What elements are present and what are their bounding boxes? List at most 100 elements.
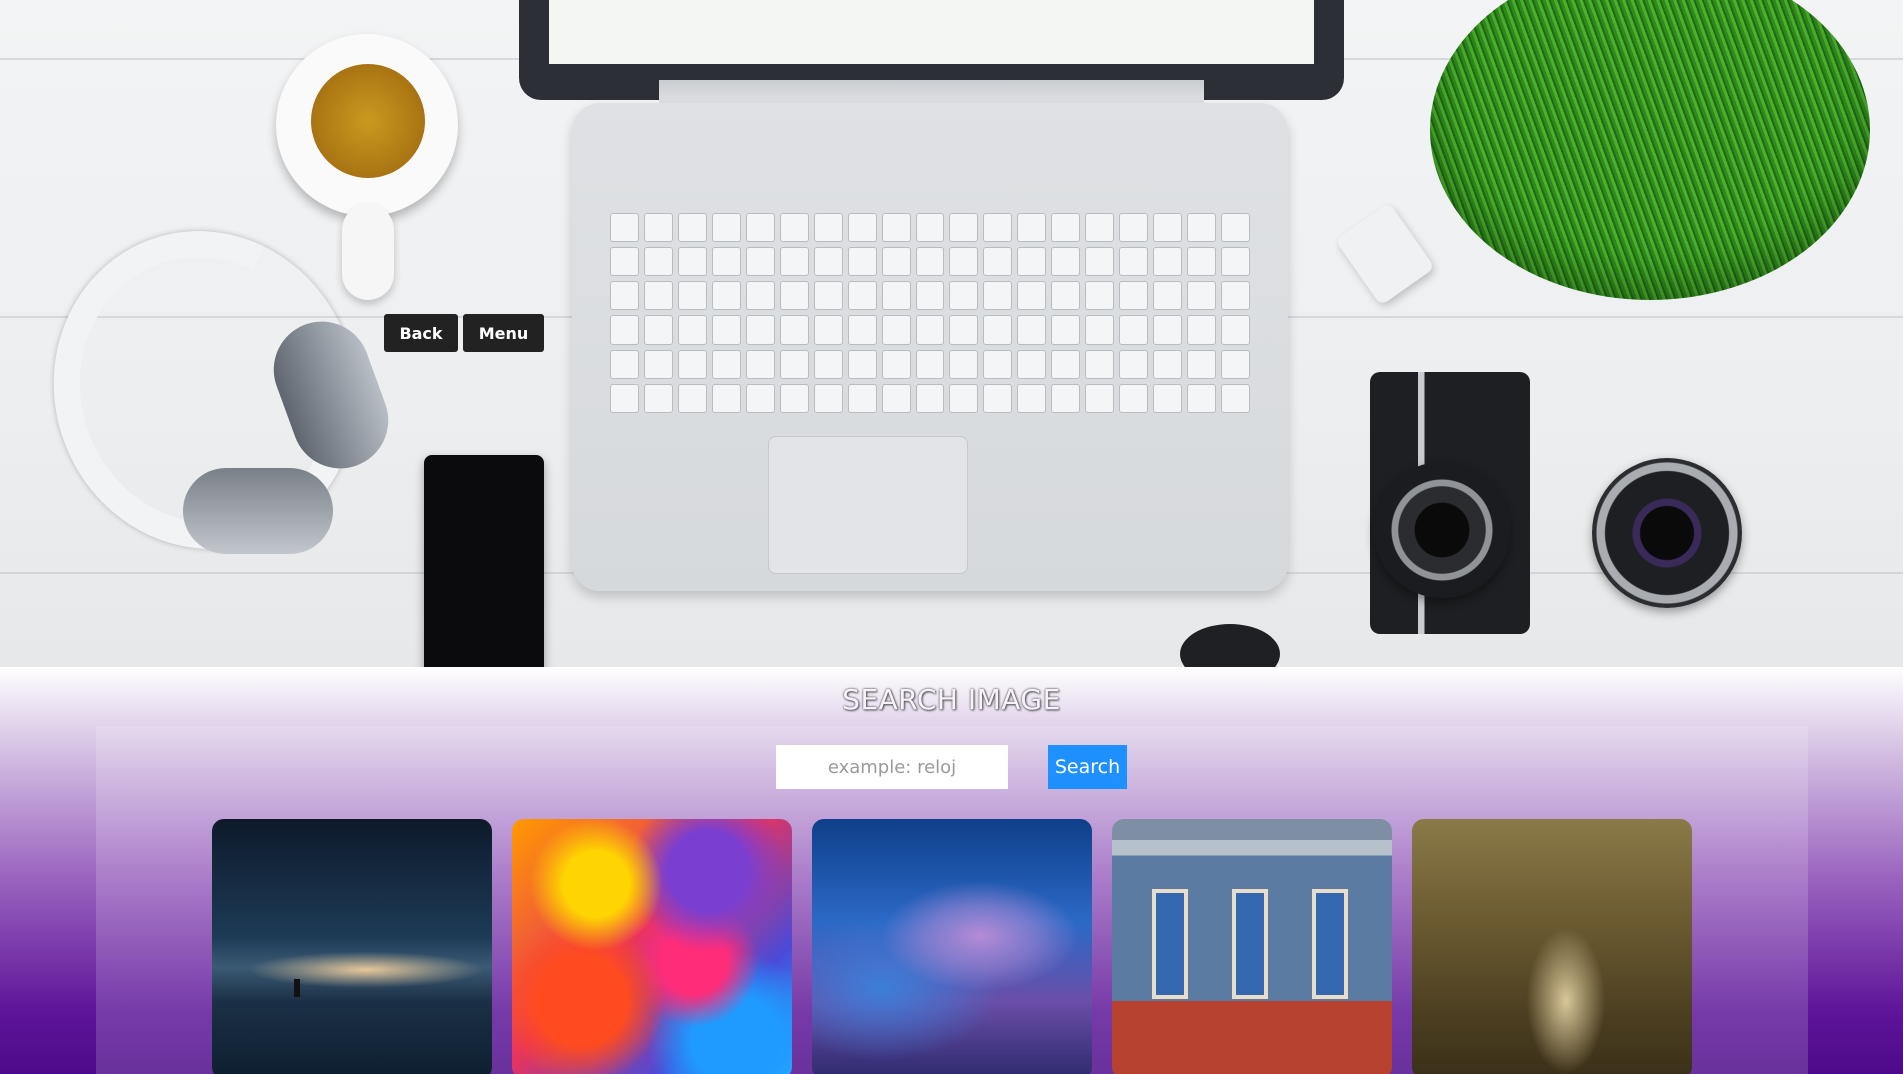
laptop-key — [847, 247, 877, 277]
search-title: SEARCH IMAGE — [842, 683, 1061, 716]
laptop-key — [915, 281, 945, 311]
laptop-key — [1017, 349, 1047, 379]
laptop-key — [983, 315, 1013, 345]
search-button[interactable]: Search — [1048, 745, 1127, 789]
laptop-key — [1119, 315, 1149, 345]
laptop-key — [711, 315, 741, 345]
laptop-key — [847, 349, 877, 379]
computer-mouse — [1180, 624, 1280, 667]
laptop-key — [1051, 315, 1081, 345]
laptop-key — [1221, 247, 1250, 277]
result-image-paint[interactable] — [512, 819, 792, 1074]
laptop-key — [983, 383, 1013, 413]
headphones — [9, 188, 402, 592]
laptop-key — [1085, 383, 1115, 413]
menu-button[interactable]: Menu — [463, 314, 544, 352]
back-button[interactable]: Back — [384, 314, 458, 352]
laptop-key — [1119, 281, 1149, 311]
search-section: SEARCH IMAGE Search — [0, 667, 1903, 1074]
laptop-key — [1017, 281, 1047, 311]
laptop-key — [1187, 383, 1217, 413]
laptop-key — [813, 349, 843, 379]
laptop-key — [1187, 247, 1217, 277]
laptop-key — [677, 315, 707, 345]
result-image-storm[interactable] — [812, 819, 1092, 1074]
laptop-key — [1051, 213, 1081, 243]
laptop-key — [745, 213, 775, 243]
laptop-key — [745, 315, 775, 345]
eraser — [1335, 202, 1435, 306]
laptop-key — [677, 281, 707, 311]
laptop-key — [643, 213, 673, 243]
hero-banner: Back Menu — [0, 0, 1903, 667]
laptop-key — [610, 315, 639, 345]
laptop-key — [881, 315, 911, 345]
laptop-key — [1153, 383, 1183, 413]
laptop-key — [610, 383, 639, 413]
laptop-keyboard — [572, 103, 1288, 591]
door — [1152, 889, 1188, 999]
laptop-key — [677, 247, 707, 277]
laptop-key — [779, 213, 809, 243]
laptop-key — [779, 315, 809, 345]
laptop-key — [949, 213, 979, 243]
camera-lens — [1592, 458, 1742, 608]
laptop-key — [1187, 213, 1217, 243]
laptop-key — [643, 281, 673, 311]
laptop-key — [915, 315, 945, 345]
laptop-key — [745, 247, 775, 277]
laptop-key — [779, 349, 809, 379]
result-image-forest[interactable] — [1412, 819, 1692, 1074]
laptop-key — [1051, 281, 1081, 311]
sailboat — [294, 979, 300, 997]
door — [1232, 889, 1268, 999]
laptop-key — [983, 281, 1013, 311]
laptop-key — [643, 247, 673, 277]
laptop-key — [983, 213, 1013, 243]
laptop-key — [711, 247, 741, 277]
laptop-key — [1017, 383, 1047, 413]
laptop-key — [1153, 315, 1183, 345]
result-image-night-sky[interactable] — [212, 819, 492, 1074]
laptop-screen — [519, 0, 1344, 114]
smartphone — [424, 455, 544, 667]
laptop-key — [847, 383, 877, 413]
laptop-key — [881, 247, 911, 277]
laptop-key — [1051, 349, 1081, 379]
search-input[interactable] — [776, 745, 1008, 789]
camera — [1370, 372, 1530, 634]
laptop-key — [1221, 281, 1250, 311]
laptop-key — [1221, 349, 1250, 379]
laptop-key — [949, 247, 979, 277]
laptop-key — [915, 213, 945, 243]
laptop-key — [915, 383, 945, 413]
laptop-key — [1119, 213, 1149, 243]
laptop-key — [949, 383, 979, 413]
laptop-key — [1153, 349, 1183, 379]
laptop-key — [779, 281, 809, 311]
laptop-key — [610, 213, 639, 243]
laptop-key — [643, 349, 673, 379]
laptop-key — [1119, 383, 1149, 413]
result-image-street[interactable] — [1112, 819, 1392, 1074]
laptop-key — [1221, 383, 1250, 413]
laptop-key — [1017, 315, 1047, 345]
laptop-key — [1187, 315, 1217, 345]
laptop-key — [779, 247, 809, 277]
laptop-key — [1153, 281, 1183, 311]
laptop-key — [1051, 247, 1081, 277]
laptop-key — [1221, 213, 1250, 243]
laptop-key — [983, 349, 1013, 379]
laptop-key — [813, 247, 843, 277]
laptop-key — [813, 383, 843, 413]
laptop-key — [1153, 247, 1183, 277]
laptop-key — [745, 383, 775, 413]
door — [1312, 889, 1348, 999]
laptop-key — [711, 281, 741, 311]
laptop-key — [1017, 247, 1047, 277]
laptop-key — [881, 281, 911, 311]
laptop-key — [1085, 315, 1115, 345]
laptop-key — [711, 213, 741, 243]
laptop-key — [677, 349, 707, 379]
laptop-trackpad — [768, 436, 968, 574]
